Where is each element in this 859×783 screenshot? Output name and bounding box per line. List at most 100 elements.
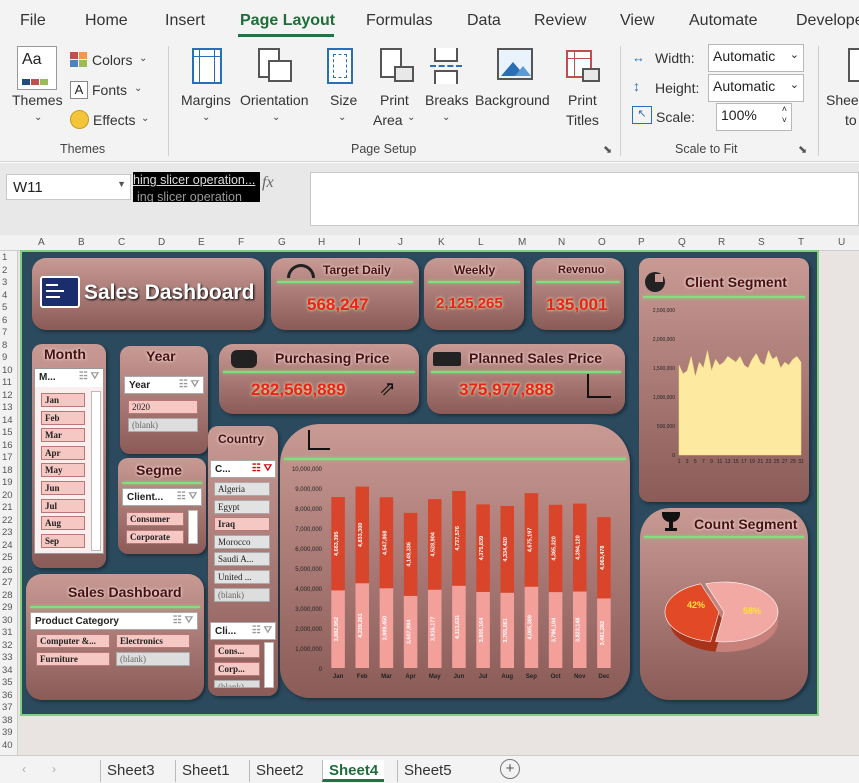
column-header[interactable]: A — [38, 237, 45, 248]
row-header[interactable]: 20 — [2, 490, 13, 501]
country-slicer-item[interactable]: Algeria — [214, 482, 270, 496]
tab-file[interactable]: File — [20, 12, 46, 30]
column-header[interactable]: P — [638, 237, 645, 248]
column-header[interactable]: E — [198, 237, 205, 248]
sheet-options-line2[interactable]: to — [845, 112, 857, 128]
tab-home[interactable]: Home — [85, 12, 128, 30]
tab-developer[interactable]: Develope — [796, 12, 859, 30]
month-slicer-item[interactable]: Apr — [41, 445, 85, 460]
chevron-down-icon[interactable]: ▼ — [117, 179, 126, 189]
breaks-chevron-icon[interactable]: ⌄ — [442, 112, 450, 123]
month-slicer-item[interactable]: Feb — [41, 410, 85, 425]
column-header[interactable]: D — [158, 237, 165, 248]
tab-review[interactable]: Review — [534, 12, 586, 30]
column-header[interactable]: C — [118, 237, 125, 248]
add-sheet-icon[interactable]: + — [500, 759, 520, 779]
row-header[interactable]: 25 — [2, 552, 13, 563]
fx-icon[interactable]: fx — [262, 174, 274, 192]
row-header[interactable]: 24 — [2, 540, 13, 551]
country-slicer-item[interactable]: (blank) — [214, 587, 270, 602]
tab-data[interactable]: Data — [467, 12, 501, 30]
row-header[interactable]: 39 — [2, 727, 13, 738]
margins-chevron-icon[interactable]: ⌄ — [202, 112, 210, 123]
product-category-item[interactable]: Computer &... — [36, 634, 110, 648]
print-area-icon[interactable] — [380, 48, 414, 86]
width-dropdown[interactable]: Automatic ⌄ — [708, 44, 804, 72]
row-header[interactable]: 5 — [2, 302, 7, 313]
print-titles-icon[interactable] — [566, 50, 600, 84]
multiselect-filter-icon[interactable]: ☷ ⛛ — [79, 371, 99, 382]
row-header[interactable]: 27 — [2, 577, 13, 588]
row-header[interactable]: 21 — [2, 502, 13, 513]
month-slicer-item[interactable]: Mar — [41, 428, 85, 443]
column-header[interactable]: U — [838, 237, 845, 248]
row-header[interactable]: 36 — [2, 690, 13, 701]
row-header[interactable]: 16 — [2, 440, 13, 451]
row-header[interactable]: 35 — [2, 677, 13, 688]
tab-formulas[interactable]: Formulas — [366, 12, 433, 30]
client-slicer-item-blank[interactable]: (blank) — [214, 680, 260, 688]
size-chevron-icon[interactable]: ⌄ — [338, 112, 346, 123]
themes-button[interactable]: Themes — [12, 92, 63, 108]
column-header[interactable]: F — [238, 237, 244, 248]
breaks-button[interactable]: Breaks — [425, 92, 469, 108]
month-slicer-item[interactable]: Jan — [41, 393, 85, 407]
month-slicer-item[interactable]: Sep — [41, 533, 85, 548]
tab-automate[interactable]: Automate — [689, 12, 757, 30]
scale-stepper[interactable]: 100% ˄ ˅ — [716, 103, 792, 131]
row-header[interactable]: 38 — [2, 715, 13, 726]
row-header[interactable]: 18 — [2, 465, 13, 476]
row-header[interactable]: 7 — [2, 327, 7, 338]
segment-slicer-scrollbar[interactable] — [188, 510, 198, 544]
fonts-chevron-icon[interactable]: ⌄ — [134, 83, 142, 94]
row-header[interactable]: 22 — [2, 515, 13, 526]
sheet-options-icon[interactable] — [848, 48, 859, 82]
row-header[interactable]: 15 — [2, 427, 13, 438]
background-button[interactable]: Background — [475, 92, 550, 108]
multiselect-filter-icon[interactable]: ☷ ⛛ — [252, 625, 272, 636]
product-category-item-blank[interactable]: (blank) — [116, 652, 190, 666]
sheet-options-line1[interactable]: Shee — [826, 92, 859, 108]
multiselect-filter-icon[interactable]: ☷ ⛛ — [177, 491, 197, 502]
country-slicer-item[interactable]: Morocco — [214, 534, 270, 549]
column-header[interactable]: O — [598, 237, 606, 248]
month-slicer-scrollbar[interactable] — [91, 391, 101, 551]
country-slicer-item[interactable]: Saudi A... — [214, 552, 270, 567]
size-icon[interactable] — [327, 48, 353, 84]
orientation-chevron-icon[interactable]: ⌄ — [272, 112, 280, 123]
height-dropdown[interactable]: Automatic ⌄ — [708, 74, 804, 102]
column-header[interactable]: T — [798, 237, 804, 248]
orientation-button[interactable]: Orientation — [240, 92, 308, 108]
row-header[interactable]: 26 — [2, 565, 13, 576]
client-slicer-item[interactable]: Cons... — [214, 644, 260, 658]
column-header[interactable]: G — [278, 237, 286, 248]
segment-slicer-item[interactable]: Corporate — [126, 530, 184, 544]
client-slicer[interactable]: Cli... ☷ ⛛ Cons... Corp... (blank) — [210, 622, 276, 690]
column-header[interactable]: Q — [678, 237, 686, 248]
country-slicer[interactable]: C... ☷ ⛛ Algeria Egypt Iraq Morocco Saudi A.… — [210, 460, 276, 606]
row-header[interactable]: 31 — [2, 627, 13, 638]
name-box[interactable]: W11 ▼ — [6, 174, 131, 200]
client-slicer-scrollbar[interactable] — [264, 642, 274, 688]
row-header[interactable]: 11 — [2, 377, 12, 388]
themes-icon[interactable]: Aa — [17, 46, 57, 90]
multiselect-filter-icon[interactable]: ☷ ⛛ — [179, 379, 199, 390]
row-header[interactable]: 33 — [2, 652, 13, 663]
year-slicer-item-blank[interactable]: (blank) — [128, 418, 198, 432]
print-area-button-line1[interactable]: Print — [380, 92, 409, 108]
tab-page-layout[interactable]: Page Layout — [240, 12, 335, 30]
margins-icon[interactable] — [192, 48, 222, 84]
row-header[interactable]: 13 — [2, 402, 13, 413]
row-header[interactable]: 17 — [2, 452, 13, 463]
print-area-chevron-icon[interactable]: ⌄ — [407, 112, 415, 123]
row-header[interactable]: 28 — [2, 590, 13, 601]
month-slicer-item[interactable]: Jun — [41, 481, 85, 495]
page-setup-launcher-icon[interactable]: ⬊ — [603, 143, 612, 156]
column-header[interactable]: M — [518, 237, 526, 248]
month-slicer-item[interactable]: May — [41, 463, 85, 478]
row-header[interactable]: 10 — [2, 365, 13, 376]
breaks-icon[interactable] — [430, 48, 462, 84]
colors-chevron-icon[interactable]: ⌄ — [139, 53, 147, 64]
column-header[interactable]: N — [558, 237, 565, 248]
row-header[interactable]: 9 — [2, 352, 7, 363]
